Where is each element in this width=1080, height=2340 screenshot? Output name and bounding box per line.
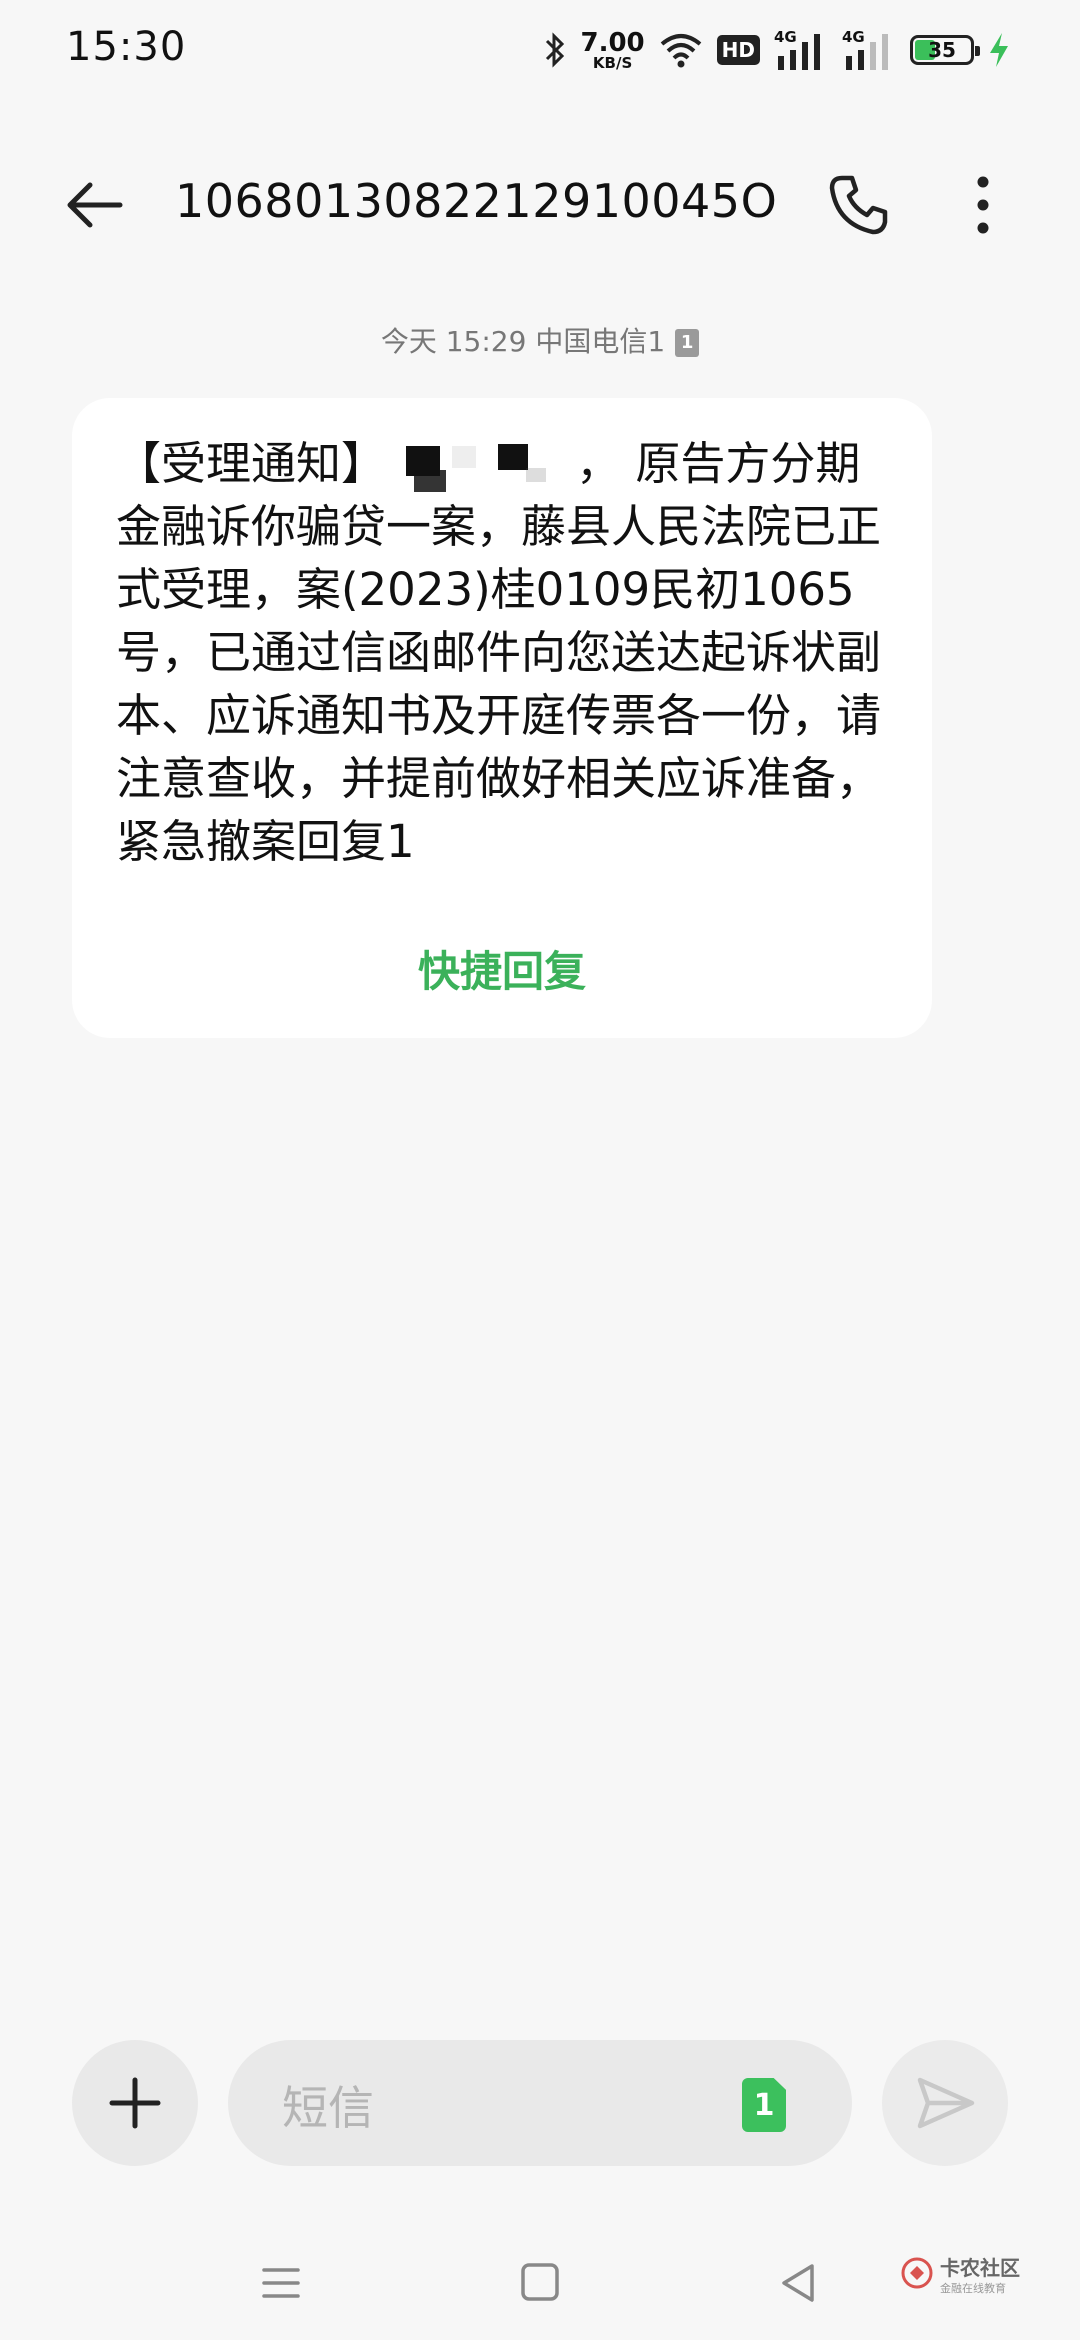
net-speed-value: 7.00 — [580, 27, 645, 58]
status-bar: 15:30 7.00 KB/S HD 4G 4G 35 — [0, 0, 1080, 100]
redacted-name-mosaic — [386, 442, 576, 492]
back-button[interactable] — [62, 172, 128, 238]
more-options-button[interactable] — [958, 172, 1008, 238]
net-speed-unit: KB/S — [592, 53, 633, 72]
navigation-bar: 卡农社区 金融在线教育 — [0, 2240, 1080, 2340]
watermark-subtitle: 金融在线教育 — [940, 2282, 1006, 2295]
call-button[interactable] — [826, 172, 892, 238]
status-icons: 7.00 KB/S HD 4G 4G 35 — [543, 22, 1011, 78]
back-arrow-icon — [67, 182, 123, 228]
home-square-icon — [521, 2263, 559, 2301]
home-button[interactable] — [518, 2260, 562, 2304]
conversation-header: 1068013082212910045O — [0, 150, 1080, 260]
send-icon — [917, 2077, 975, 2129]
charging-icon — [990, 33, 1008, 67]
plus-icon — [109, 2077, 161, 2129]
signal-icon: 4G — [774, 28, 828, 72]
wifi-icon — [660, 34, 701, 68]
signal-icon: 4G — [842, 28, 896, 72]
phone-icon — [829, 175, 888, 235]
watermark-title: 卡农社区 — [940, 2256, 1020, 2280]
sms-input-placeholder: 短信 — [282, 2081, 374, 2135]
bluetooth-icon — [545, 32, 564, 68]
system-back-button[interactable] — [776, 2260, 820, 2306]
menu-icon — [262, 2268, 300, 2298]
hd-icon: HD — [716, 35, 760, 65]
recent-apps-button[interactable] — [258, 2260, 304, 2306]
message-timestamp: 今天 15:29 中国电信1 1 — [0, 320, 1080, 360]
back-triangle-icon — [782, 2264, 814, 2302]
sms-input[interactable]: 短信 1 — [228, 2040, 852, 2166]
sim-select-button[interactable]: 1 — [742, 2078, 786, 2132]
add-attachment-button[interactable] — [72, 2040, 198, 2166]
conversation-title: 1068013082212910045O — [175, 174, 778, 228]
message-text-body: ， 原告方分期金融诉你骗贷一案，藤县人民法院已正式受理，案(2023)桂0109… — [116, 437, 882, 868]
watermark: 卡农社区 金融在线教育 — [900, 2252, 1030, 2312]
watermark-logo-icon — [901, 2257, 933, 2289]
battery-level: 35 — [928, 38, 956, 62]
send-button[interactable] — [882, 2040, 1008, 2166]
status-time: 15:30 — [66, 24, 187, 70]
net-speed: 7.00 KB/S — [581, 30, 645, 71]
battery-icon: 35 — [910, 35, 980, 65]
message-body: 【受理通知】， 原告方分期金融诉你骗贷一案，藤县人民法院已正式受理，案(2023… — [116, 432, 888, 873]
message-bubble[interactable]: 【受理通知】， 原告方分期金融诉你骗贷一案，藤县人民法院已正式受理，案(2023… — [72, 398, 932, 1038]
sim-badge-icon: 1 — [675, 329, 700, 357]
quick-reply-button[interactable]: 快捷回复 — [72, 938, 932, 999]
more-vertical-icon — [977, 176, 989, 234]
message-text-prefix: 【受理通知】 — [116, 437, 387, 490]
message-meta-text: 今天 15:29 中国电信1 — [380, 325, 666, 358]
